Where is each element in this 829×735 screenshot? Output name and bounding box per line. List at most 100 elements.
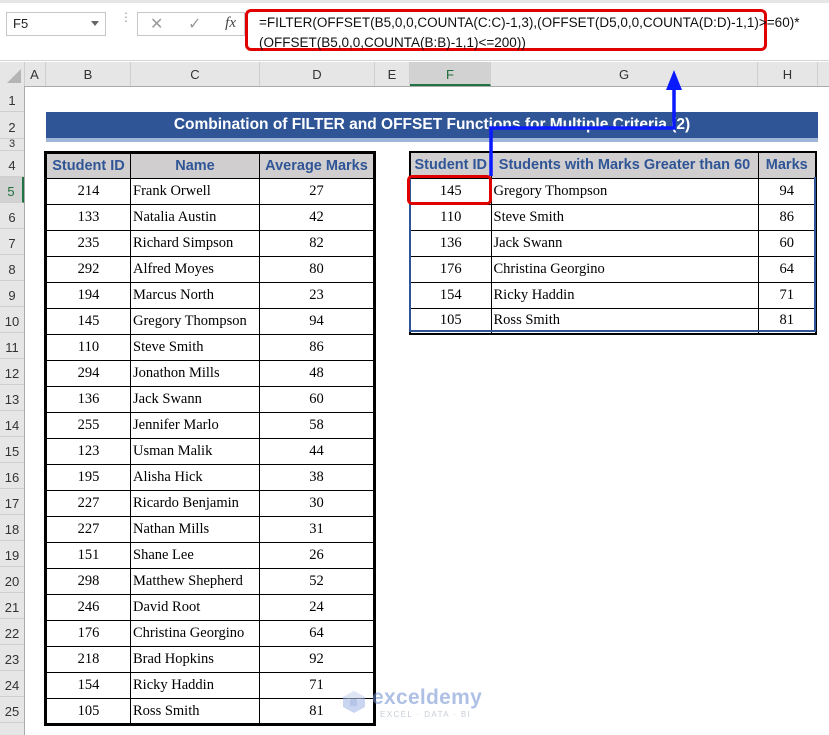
name-cell[interactable]: Richard Simpson	[130, 230, 260, 257]
name-cell[interactable]: Matthew Shepherd	[130, 568, 260, 595]
row-header-6[interactable]: 6	[0, 203, 24, 229]
formula-input[interactable]: =FILTER(OFFSET(B5,0,0,COUNTA(C:C)-1,3),(…	[245, 9, 799, 51]
row-header-9[interactable]: 9	[0, 281, 24, 307]
marks-cell[interactable]: 38	[259, 464, 375, 491]
row-header-4[interactable]: 4	[0, 151, 24, 177]
name-cell[interactable]: Alfred Moyes	[130, 256, 260, 283]
name-cell[interactable]: Natalia Austin	[130, 204, 260, 231]
name-cell[interactable]: Gregory Thompson	[130, 308, 260, 335]
row-header-24[interactable]: 24	[0, 671, 24, 697]
name-cell[interactable]: Christina Georgino	[130, 620, 260, 647]
student-id-cell[interactable]: 123	[45, 438, 131, 465]
marks-cell[interactable]: 52	[259, 568, 375, 595]
name-cell[interactable]: Jennifer Marlo	[130, 412, 260, 439]
marks-cell[interactable]: 64	[757, 255, 817, 283]
student-id-cell[interactable]: 145	[45, 308, 131, 335]
marks-cell[interactable]: 71	[757, 281, 817, 309]
row-header-22[interactable]: 22	[0, 619, 24, 645]
row-header-19[interactable]: 19	[0, 541, 24, 567]
student-id-cell[interactable]: 105	[409, 307, 492, 335]
student-id-cell[interactable]: 246	[45, 594, 131, 621]
name-cell[interactable]: Frank Orwell	[130, 178, 260, 205]
insert-function-icon[interactable]: fx	[225, 15, 236, 32]
student-id-cell[interactable]: 133	[45, 204, 131, 231]
student-id-cell[interactable]: 176	[409, 255, 492, 283]
student-id-cell[interactable]: 105	[45, 698, 131, 725]
marks-cell[interactable]: 42	[259, 204, 375, 231]
marks-cell[interactable]: 92	[259, 646, 375, 673]
row-header-23[interactable]: 23	[0, 645, 24, 671]
check-icon[interactable]: ✓	[188, 14, 201, 34]
name-cell[interactable]: Usman Malik	[130, 438, 260, 465]
row-header-14[interactable]: 14	[0, 411, 24, 437]
student-id-cell[interactable]: 136	[45, 386, 131, 413]
column-header-d[interactable]: D	[260, 62, 375, 86]
student-id-cell[interactable]: 176	[45, 620, 131, 647]
name-cell[interactable]: Alisha Hick	[130, 464, 260, 491]
student-id-cell[interactable]: 227	[45, 516, 131, 543]
name-cell[interactable]: Ross Smith	[490, 307, 759, 335]
marks-cell[interactable]: 60	[259, 386, 375, 413]
student-id-cell[interactable]: 227	[45, 490, 131, 517]
row-header-20[interactable]: 20	[0, 567, 24, 593]
marks-cell[interactable]: 26	[259, 542, 375, 569]
column-header-c[interactable]: C	[131, 62, 260, 86]
drag-handle-icon[interactable]: ⋮	[120, 11, 132, 34]
name-cell[interactable]: Nathan Mills	[130, 516, 260, 543]
marks-cell[interactable]: 94	[757, 177, 817, 205]
name-cell[interactable]: Ross Smith	[130, 698, 260, 725]
marks-cell[interactable]: 31	[259, 516, 375, 543]
row-header-18[interactable]: 18	[0, 515, 24, 541]
row-header-5[interactable]: 5	[0, 177, 24, 203]
row-header-25[interactable]: 25	[0, 697, 24, 723]
student-id-cell[interactable]: 154	[45, 672, 131, 699]
marks-cell[interactable]: 86	[259, 334, 375, 361]
column-header-a[interactable]: A	[24, 62, 46, 86]
name-cell[interactable]: Marcus North	[130, 282, 260, 309]
student-id-cell[interactable]: 195	[45, 464, 131, 491]
marks-cell[interactable]: 23	[259, 282, 375, 309]
marks-cell[interactable]: 58	[259, 412, 375, 439]
marks-cell[interactable]: 44	[259, 438, 375, 465]
name-cell[interactable]: Shane Lee	[130, 542, 260, 569]
student-id-cell[interactable]: 218	[45, 646, 131, 673]
column-header-cell[interactable]: Average Marks	[259, 152, 375, 179]
marks-cell[interactable]: 94	[259, 308, 375, 335]
column-header-b[interactable]: B	[46, 62, 131, 86]
name-box[interactable]: F5	[6, 12, 106, 36]
row-header-7[interactable]: 7	[0, 229, 24, 255]
name-cell[interactable]: Jack Swann	[490, 229, 759, 257]
chevron-down-icon[interactable]	[91, 21, 99, 26]
student-id-cell[interactable]: 110	[45, 334, 131, 361]
marks-cell[interactable]: 64	[259, 620, 375, 647]
name-cell[interactable]: Christina Georgino	[490, 255, 759, 283]
student-id-cell[interactable]: 136	[409, 229, 492, 257]
row-header-13[interactable]: 13	[0, 385, 24, 411]
close-icon[interactable]: ✕	[150, 14, 163, 34]
marks-cell[interactable]: 27	[259, 178, 375, 205]
column-header-h[interactable]: H	[758, 62, 818, 86]
student-id-cell[interactable]: 298	[45, 568, 131, 595]
select-all-button[interactable]	[0, 62, 25, 86]
name-cell[interactable]: Ricardo Benjamin	[130, 490, 260, 517]
name-cell[interactable]: Steve Smith	[130, 334, 260, 361]
student-id-cell[interactable]: 154	[409, 281, 492, 309]
column-header-cell[interactable]: Marks	[757, 151, 817, 179]
student-id-cell[interactable]: 110	[409, 203, 492, 231]
student-id-cell[interactable]: 194	[45, 282, 131, 309]
marks-cell[interactable]: 81	[757, 307, 817, 335]
student-id-cell[interactable]: 294	[45, 360, 131, 387]
marks-cell[interactable]: 24	[259, 594, 375, 621]
name-cell[interactable]: Steve Smith	[490, 203, 759, 231]
row-header-17[interactable]: 17	[0, 489, 24, 515]
column-header-cell[interactable]: Name	[130, 152, 260, 179]
row-header-3[interactable]: 3	[0, 139, 24, 151]
row-header-12[interactable]: 12	[0, 359, 24, 385]
row-header-8[interactable]: 8	[0, 255, 24, 281]
column-header-cell[interactable]: Student ID	[45, 152, 131, 179]
student-id-cell[interactable]: 151	[45, 542, 131, 569]
row-header-16[interactable]: 16	[0, 463, 24, 489]
marks-cell[interactable]: 48	[259, 360, 375, 387]
column-header-g[interactable]: G	[491, 62, 758, 86]
marks-cell[interactable]: 82	[259, 230, 375, 257]
